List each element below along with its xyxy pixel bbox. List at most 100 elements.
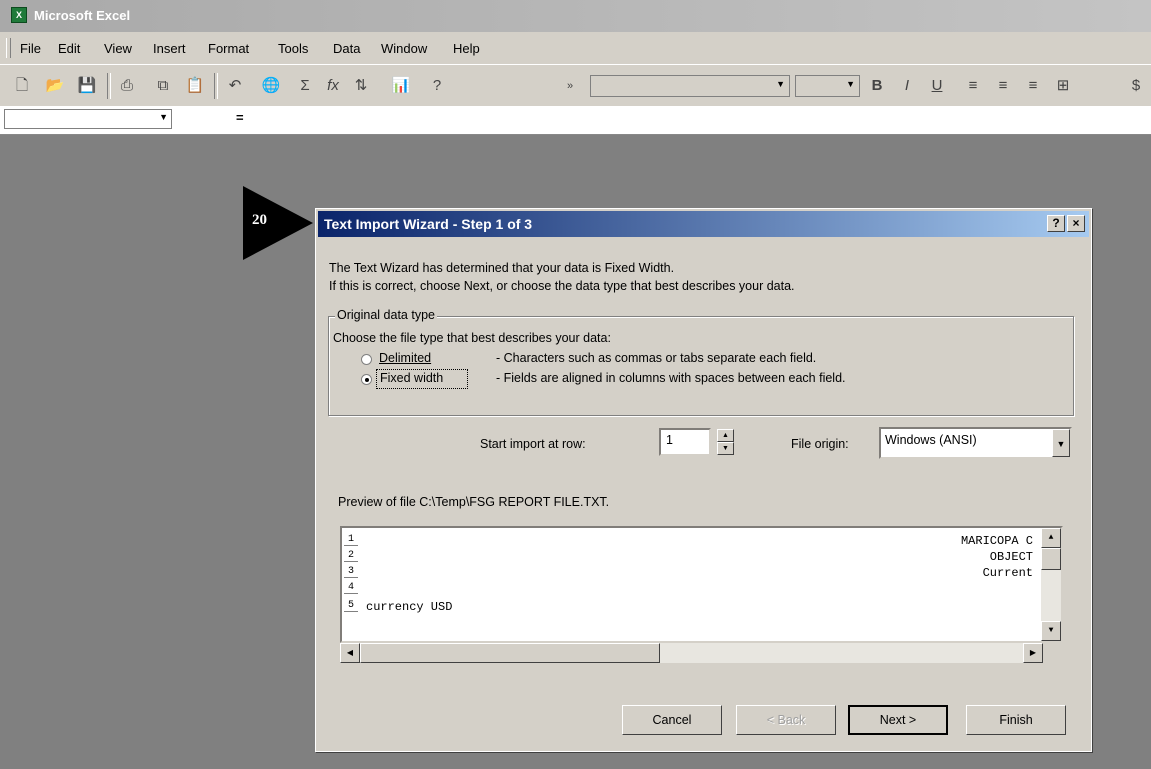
paste-icon[interactable]: 📋 — [184, 75, 206, 97]
row-number: 3 — [344, 566, 358, 578]
menu-data[interactable]: Data — [333, 41, 360, 56]
menu-edit[interactable]: Edit — [58, 41, 80, 56]
group-label: Original data type — [335, 308, 437, 322]
preview-horizontal-scrollbar[interactable]: ◀ ▶ — [340, 643, 1043, 663]
name-box[interactable]: ▼ — [4, 109, 172, 129]
menu-window[interactable]: Window — [381, 41, 427, 56]
toolbar: 🗋 📂 💾 ⎙ ⧉ 📋 ↶ 🌐 Σ fx ⇅ 📊 ? » ▼ ▼ B I U ≡… — [0, 64, 1151, 107]
function-icon[interactable]: fx — [322, 75, 344, 97]
chevron-down-icon[interactable]: ▼ — [1052, 429, 1070, 457]
scroll-down-icon[interactable]: ▼ — [1041, 621, 1061, 641]
copy-icon[interactable]: ⧉ — [152, 75, 174, 97]
align-right-icon[interactable]: ≡ — [1022, 75, 1044, 97]
callout-number: 20 — [252, 212, 267, 228]
fixed-width-description: - Fields are aligned in columns with spa… — [496, 371, 846, 385]
autosum-icon[interactable]: Σ — [294, 75, 316, 97]
align-left-icon[interactable]: ≡ — [962, 75, 984, 97]
scroll-thumb[interactable] — [1041, 548, 1061, 570]
scroll-left-icon[interactable]: ◀ — [340, 643, 360, 663]
delimited-label[interactable]: Delimited — [379, 351, 431, 365]
start-row-label: Start import at row: — [480, 437, 586, 451]
menu-insert[interactable]: Insert — [153, 41, 186, 56]
more-buttons-icon[interactable]: » — [559, 75, 581, 97]
preview-row: 1 MARICOPA C — [342, 534, 1037, 549]
font-name-combo[interactable]: ▼ — [590, 75, 790, 97]
scroll-thumb[interactable] — [360, 643, 660, 663]
preview-label: Preview of file C:\Temp\FSG REPORT FILE.… — [338, 495, 610, 509]
menu-help[interactable]: Help — [453, 41, 480, 56]
preview-text: Current — [982, 566, 1033, 580]
close-button[interactable]: × — [1067, 215, 1085, 232]
file-preview[interactable]: 1 MARICOPA C 2 OBJECT 3 Current 4 5 curr… — [340, 526, 1063, 643]
chevron-down-icon: ▼ — [846, 79, 855, 89]
preview-row: 3 Current — [342, 566, 1037, 581]
file-origin-select[interactable]: Windows (ANSI) ▼ — [879, 427, 1072, 459]
font-size-combo[interactable]: ▼ — [795, 75, 860, 97]
bold-icon[interactable]: B — [866, 75, 888, 97]
sort-ascending-icon[interactable]: ⇅ — [350, 75, 372, 97]
new-document-icon[interactable]: 🗋 — [11, 75, 33, 97]
row-number: 5 — [344, 600, 358, 612]
menu-bar: File Edit View Insert Format Tools Data … — [0, 32, 1151, 64]
group-prompt: Choose the file type that best describes… — [333, 331, 611, 345]
undo-icon[interactable]: ↶ — [224, 75, 246, 97]
row-number: 1 — [344, 534, 358, 546]
preview-vertical-scrollbar[interactable]: ▲ ▼ — [1041, 528, 1061, 641]
menu-tools[interactable]: Tools — [278, 41, 308, 56]
help-icon[interactable]: ? — [426, 75, 448, 97]
hyperlink-icon[interactable]: 🌐 — [260, 75, 282, 97]
file-origin-value: Windows (ANSI) — [885, 433, 977, 447]
preview-row: 4 — [342, 582, 1037, 597]
edit-formula-button[interactable]: = — [236, 110, 244, 125]
file-origin-label: File origin: — [791, 437, 849, 451]
spin-up-icon[interactable]: ▲ — [717, 429, 734, 442]
toolbar-separator — [107, 73, 111, 99]
app-title: Microsoft Excel — [34, 8, 131, 23]
row-number: 4 — [344, 582, 358, 594]
app-title-bar: X Microsoft Excel — [0, 0, 1151, 32]
start-row-stepper[interactable]: ▲ ▼ — [717, 429, 734, 455]
scroll-right-icon[interactable]: ▶ — [1023, 643, 1043, 663]
merge-cells-icon[interactable]: ⊞ — [1052, 75, 1074, 97]
cancel-button[interactable]: Cancel — [622, 705, 722, 735]
help-button[interactable]: ? — [1047, 215, 1065, 232]
row-number: 2 — [344, 550, 358, 562]
chevron-down-icon: ▼ — [776, 79, 785, 89]
intro-line-1: The Text Wizard has determined that your… — [329, 261, 675, 275]
spin-down-icon[interactable]: ▼ — [717, 442, 734, 455]
preview-row: 2 OBJECT — [342, 550, 1037, 565]
preview-row: 5 currency USD — [342, 600, 1037, 615]
menu-file[interactable]: File — [20, 41, 41, 56]
start-row-value: 1 — [666, 433, 673, 447]
italic-icon[interactable]: I — [896, 75, 918, 97]
dialog-title-bar[interactable]: Text Import Wizard - Step 1 of 3 ? × — [318, 211, 1089, 237]
delimited-description: - Characters such as commas or tabs sepa… — [496, 351, 817, 365]
menu-format[interactable]: Format — [208, 41, 249, 56]
scroll-up-icon[interactable]: ▲ — [1041, 528, 1061, 548]
dialog-title: Text Import Wizard - Step 1 of 3 — [324, 216, 533, 232]
next-button[interactable]: Next > — [848, 705, 948, 735]
save-icon[interactable]: 💾 — [76, 75, 98, 97]
toolbar-separator — [214, 73, 218, 99]
formula-bar: ▼ = — [0, 106, 1151, 135]
radio-delimited[interactable] — [361, 354, 372, 365]
original-data-type-group: Original data type Choose the file type … — [328, 308, 1074, 416]
back-button[interactable]: < Back — [736, 705, 836, 735]
start-row-input[interactable]: 1 — [659, 428, 711, 456]
currency-icon[interactable]: $ — [1125, 75, 1147, 97]
print-icon[interactable]: ⎙ — [116, 75, 138, 97]
intro-line-2: If this is correct, choose Next, or choo… — [329, 279, 795, 293]
menu-bar-grip[interactable] — [6, 38, 11, 58]
open-folder-icon[interactable]: 📂 — [44, 75, 66, 97]
chevron-down-icon: ▼ — [159, 112, 168, 122]
finish-button[interactable]: Finish — [966, 705, 1066, 735]
center-icon[interactable]: ≡ — [992, 75, 1014, 97]
chart-icon[interactable]: 📊 — [390, 75, 412, 97]
text-import-wizard-dialog: Text Import Wizard - Step 1 of 3 ? × The… — [315, 208, 1092, 752]
fixed-width-label[interactable]: Fixed width — [380, 371, 443, 385]
preview-text: MARICOPA C — [960, 534, 1033, 548]
menu-view[interactable]: View — [104, 41, 132, 56]
underline-icon[interactable]: U — [926, 75, 948, 97]
excel-app-icon[interactable]: X — [11, 7, 27, 23]
radio-fixed-width[interactable] — [361, 374, 372, 385]
